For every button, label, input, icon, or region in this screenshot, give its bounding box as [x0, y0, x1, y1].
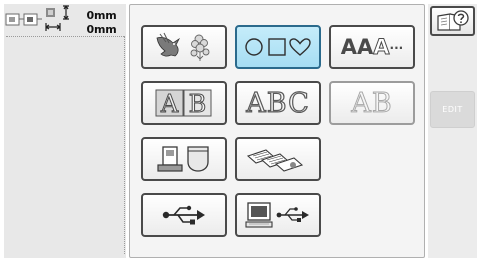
abc-label: ABC [246, 87, 310, 119]
monogram-label: AAA··· [340, 35, 404, 60]
bird-flower-icon [156, 32, 210, 61]
computer-usb-button[interactable] [235, 193, 321, 237]
help-button[interactable] [430, 6, 475, 36]
frame-shapes-button[interactable] [235, 25, 321, 69]
width-unit: mm [94, 23, 117, 36]
pattern-category-panel: AAA··· A B ABC AB [129, 4, 425, 258]
computer-usb-icon [245, 202, 309, 228]
monogram-dash: ··· [389, 41, 404, 55]
alphabet-letters-button[interactable]: ABC [235, 81, 321, 125]
monogram-aa-text: AA [340, 35, 374, 59]
status-pane [4, 4, 126, 258]
memory-card-button[interactable] [235, 137, 321, 181]
help-book-icon [436, 10, 469, 31]
frame-shapes-icon [245, 38, 311, 56]
embroidery-pattern-button[interactable] [141, 25, 227, 69]
status-divider [6, 36, 124, 37]
ab-faint-label: AB [351, 87, 393, 119]
presser-foot-status-icon [5, 6, 43, 32]
edit-button[interactable]: EDIT [430, 91, 475, 128]
height-readout: 0mm [86, 9, 117, 22]
monogram-button[interactable]: AAA··· [329, 25, 415, 69]
machine-pocket-icon [157, 146, 209, 172]
appliqué-letters-button[interactable]: AB [329, 81, 415, 125]
height-unit: mm [94, 9, 117, 22]
side-controls: EDIT [428, 4, 477, 258]
usb-icon [162, 205, 205, 225]
width-value: 0 [86, 23, 95, 36]
sewing-area-divider [124, 36, 125, 254]
framed-ab-icon: A B [155, 89, 212, 118]
machine-memory-button[interactable] [141, 137, 227, 181]
framed-letter-a: A [160, 90, 179, 118]
memory-cards-icon [246, 149, 304, 172]
height-value: 0 [86, 9, 95, 22]
framed-letters-button[interactable]: A B [141, 81, 227, 125]
monogram-outline-a: A [373, 35, 390, 60]
width-readout: 0mm [86, 23, 117, 36]
framed-letter-b: B [189, 90, 207, 118]
pattern-size-icon [44, 5, 72, 35]
usb-media-button[interactable] [141, 193, 227, 237]
